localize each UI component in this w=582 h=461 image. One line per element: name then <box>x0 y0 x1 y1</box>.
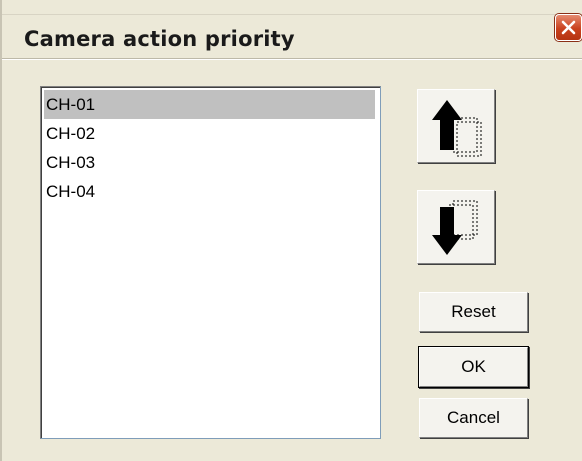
list-item-ch-02[interactable]: CH-02 <box>44 119 375 148</box>
title-bar[interactable]: Camera action priority <box>2 14 582 63</box>
arrow-down-icon <box>432 200 478 255</box>
title-separator <box>2 58 582 60</box>
channel-listbox[interactable]: CH-01 CH-02 CH-03 CH-04 <box>40 86 381 439</box>
close-icon <box>561 20 576 35</box>
move-up-button[interactable] <box>417 89 495 163</box>
window-title: Camera action priority <box>24 27 295 51</box>
reset-button[interactable]: Reset <box>419 292 528 332</box>
ok-button[interactable]: OK <box>419 347 528 387</box>
move-down-button[interactable] <box>417 190 495 264</box>
list-item-ch-01[interactable]: CH-01 <box>44 90 375 119</box>
list-item-ch-03[interactable]: CH-03 <box>44 148 375 177</box>
arrow-up-icon <box>432 100 482 157</box>
list-item-ch-04[interactable]: CH-04 <box>44 177 375 206</box>
close-button[interactable] <box>555 14 582 41</box>
camera-action-priority-dialog: Camera action priority CH-01 CH-02 CH-03… <box>0 0 582 461</box>
cancel-button[interactable]: Cancel <box>419 398 528 438</box>
